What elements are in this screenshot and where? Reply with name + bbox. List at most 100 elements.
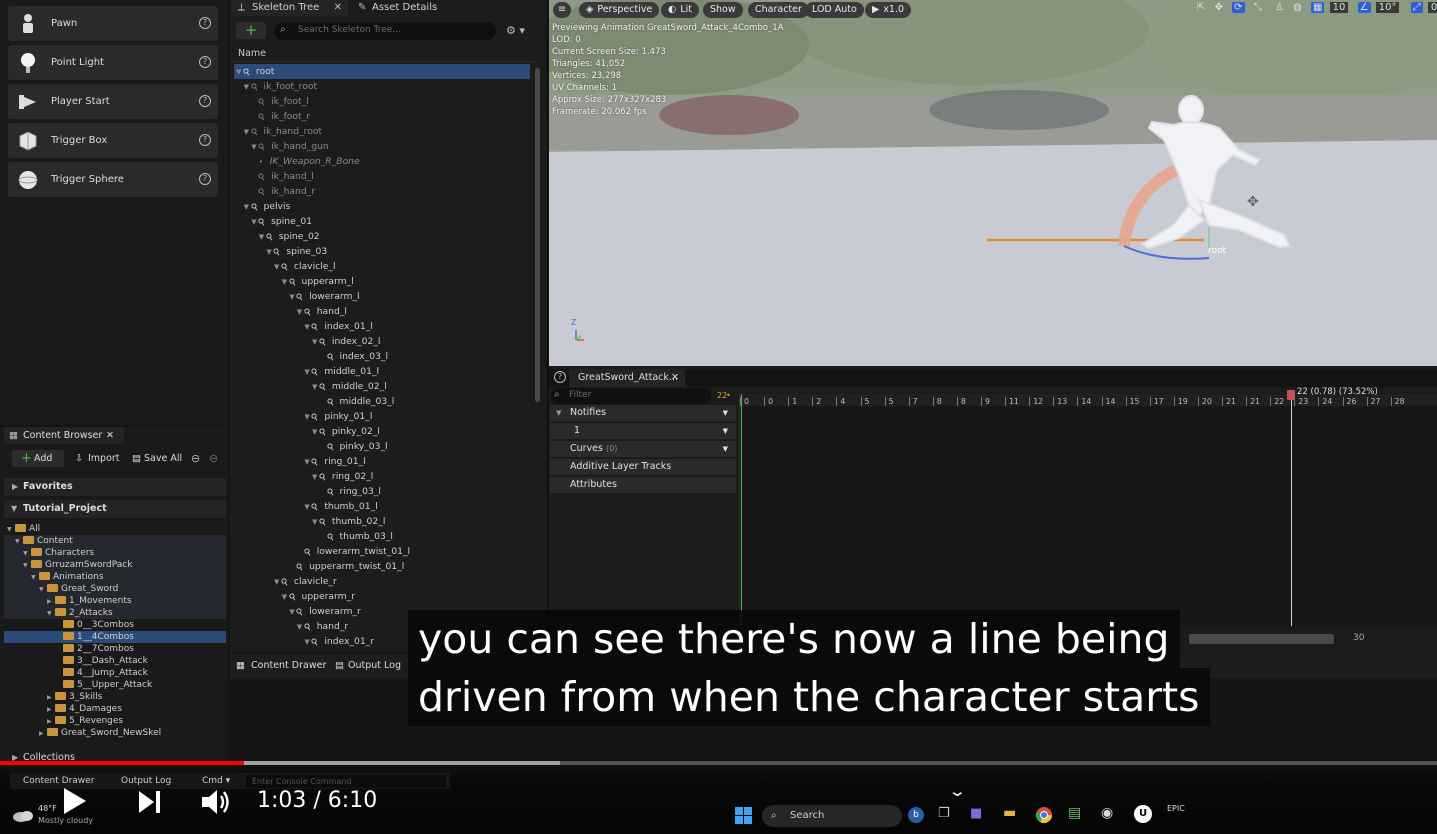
bone-row[interactable]: ▼⚲ spine_03: [266, 244, 327, 259]
bone-row[interactable]: ⚲ ik_hand_r: [251, 184, 315, 199]
folder-row[interactable]: 3__Dash_Attack: [4, 655, 226, 667]
bone-row[interactable]: ▼⚲ ring_01_l: [304, 454, 365, 469]
windows-start-icon[interactable]: [735, 807, 753, 825]
place-actor-trigger-sphere[interactable]: Trigger Sphere?: [8, 162, 218, 197]
bone-row[interactable]: ▼⚲ ik_hand_root: [244, 124, 323, 139]
tab-skeleton-tree[interactable]: ⟂ Skeleton Tree ✕: [232, 0, 348, 16]
folder-row[interactable]: ▼ Characters: [4, 547, 226, 559]
output-log-button[interactable]: ▤ Output Log: [334, 657, 401, 675]
bing-icon[interactable]: b: [908, 807, 924, 823]
play-icon[interactable]: [60, 786, 90, 816]
folder-row[interactable]: ▼ All: [4, 523, 226, 535]
add-button[interactable]: +: [236, 22, 266, 39]
scale-icon[interactable]: ⤡: [1254, 2, 1262, 13]
bone-row[interactable]: ▼⚲ spine_02: [259, 229, 320, 244]
bone-row[interactable]: ⚲ thumb_03_l: [320, 529, 393, 544]
bone-row[interactable]: ▼⚲ thumb_02_l: [312, 514, 385, 529]
viewport-pill-show[interactable]: Show: [703, 2, 743, 18]
bone-row[interactable]: ▼⚲ index_01_r: [304, 634, 374, 649]
close-icon[interactable]: ✕: [106, 427, 114, 444]
folder-row[interactable]: 0__3Combos: [4, 619, 226, 631]
unreal-engine-icon[interactable]: U: [1134, 805, 1152, 823]
folder-row[interactable]: ▼ 2_Attacks: [4, 607, 226, 619]
help-icon[interactable]: ?: [199, 95, 211, 107]
dropdown-arrow-icon[interactable]: ▼: [723, 441, 728, 457]
globe-icon[interactable]: ◍: [1293, 2, 1302, 13]
folder-row[interactable]: ▶ 5_Revenges: [4, 715, 226, 727]
bone-row[interactable]: ▼⚲ upperarm_r: [282, 589, 355, 604]
bone-row[interactable]: ▼⚲ lowerarm_r: [289, 604, 361, 619]
help-icon[interactable]: ?: [199, 17, 211, 29]
folder-row[interactable]: ▶ 4_Damages: [4, 703, 226, 715]
folder-row[interactable]: ▶ 3_Skills: [4, 691, 226, 703]
bone-row[interactable]: ▼⚲ index_01_l: [304, 319, 373, 334]
select-icon[interactable]: ⇱: [1197, 2, 1205, 13]
settings-gear-icon[interactable]: ⚙ ▾: [506, 24, 525, 37]
forward-icon[interactable]: ⊖: [209, 452, 218, 465]
viewport-pill-character[interactable]: Character: [748, 2, 809, 18]
help-icon[interactable]: ?: [199, 56, 211, 68]
folder-row[interactable]: ▶ 1_Movements: [4, 595, 226, 607]
scale-snap-icon[interactable]: ⤢: [1410, 2, 1423, 13]
translate-icon[interactable]: ✥: [1215, 2, 1223, 13]
bone-row[interactable]: ▼⚲ pelvis: [244, 199, 291, 214]
tab-asset-details[interactable]: ✎ Asset Details: [352, 0, 472, 16]
bone-row[interactable]: ▼⚲ hand_l: [297, 304, 347, 319]
console-input[interactable]: Enter Console Command: [246, 775, 446, 788]
bone-row[interactable]: ▼⚲ clavicle_l: [274, 259, 336, 274]
bone-row[interactable]: ▼⚲ upperarm_l: [282, 274, 354, 289]
project-section[interactable]: ▼ Tutorial_Project: [4, 500, 226, 518]
bone-row[interactable]: ▼⚲ lowerarm_l: [289, 289, 359, 304]
bone-row[interactable]: ▼⚲ ik_hand_gun: [251, 139, 329, 154]
volume-icon[interactable]: [200, 787, 232, 817]
taskbar-search[interactable]: ⌕ Search: [762, 805, 902, 827]
timeline-scrollbar[interactable]: [1189, 634, 1334, 644]
track-curves[interactable]: Curves (0) ▼: [550, 441, 736, 457]
chrome-icon[interactable]: [1035, 806, 1053, 824]
timeline-area[interactable]: [739, 394, 1437, 626]
tab-content-browser[interactable]: ▦ Content Browser ✕: [4, 427, 124, 444]
bone-row[interactable]: ⚲ middle_03_l: [320, 394, 394, 409]
teams-icon[interactable]: ■: [970, 806, 982, 821]
content-drawer-button[interactable]: ▦ Content Drawer: [234, 657, 326, 675]
folder-row[interactable]: ▼ Content: [4, 535, 226, 547]
help-icon[interactable]: ?: [199, 134, 211, 146]
chevron-down-icon[interactable]: ⌄: [948, 782, 967, 800]
bone-row[interactable]: ⚲ upperarm_twist_01_l: [289, 559, 404, 574]
folder-row[interactable]: 1__4Combos: [4, 631, 226, 643]
viewport-pill-lod-auto[interactable]: LOD Auto: [805, 2, 864, 18]
dropdown-arrow-icon[interactable]: ▼: [723, 423, 728, 439]
bone-row[interactable]: ▼⚲ middle_02_l: [312, 379, 387, 394]
bone-row[interactable]: ⚲ ik_foot_l: [251, 94, 309, 109]
close-icon[interactable]: ✕: [334, 0, 342, 15]
track-notifies[interactable]: ▼ Notifies ▼: [550, 405, 736, 421]
place-actor-point-light[interactable]: Point Light?: [8, 45, 218, 80]
bone-row[interactable]: ⚲ ik_foot_r: [251, 109, 310, 124]
notepad-icon[interactable]: ▤: [1068, 805, 1081, 821]
grid-snap-icon[interactable]: ▦: [1311, 2, 1325, 13]
folder-row[interactable]: ▼ GrruzamSwordPack: [4, 559, 226, 571]
track-additive-layer[interactable]: Additive Layer Tracks: [550, 459, 736, 475]
viewport-menu-icon[interactable]: ≡: [553, 2, 571, 18]
close-icon[interactable]: ✕: [671, 369, 679, 387]
track-attributes[interactable]: Attributes: [550, 477, 736, 493]
folder-row[interactable]: ▼ Animations: [4, 571, 226, 583]
help-icon[interactable]: ?: [554, 371, 566, 383]
folder-row[interactable]: 2__7Combos: [4, 643, 226, 655]
favorites-section[interactable]: ▶ Favorites: [4, 478, 226, 496]
bone-row[interactable]: ▼⚲ ring_02_l: [312, 469, 373, 484]
grid-snap-value[interactable]: 10: [1329, 2, 1349, 13]
folder-row[interactable]: 5__Upper_Attack: [4, 679, 226, 691]
place-actor-player-start[interactable]: Player Start?: [8, 84, 218, 119]
expand-arrow-icon[interactable]: ▶: [39, 728, 47, 740]
bone-row[interactable]: ▼⚲ spine_01: [251, 214, 312, 229]
add-button[interactable]: + Add: [12, 450, 64, 467]
tab-greatsword-attack[interactable]: GreatSword_Attack... ✕: [569, 369, 685, 387]
back-icon[interactable]: ⊖: [191, 452, 200, 465]
viewport-pill-perspective[interactable]: ◈ Perspective: [579, 2, 660, 18]
track-notify-1[interactable]: 1 ▼: [550, 423, 736, 439]
bone-row[interactable]: ⚲ lowerarm_twist_01_l: [297, 544, 410, 559]
bone-row[interactable]: ▼⚲ hand_r: [297, 619, 348, 634]
dropdown-arrow-icon[interactable]: ▼: [723, 405, 728, 421]
folder-row[interactable]: ▼ Great_Sword: [4, 583, 226, 595]
